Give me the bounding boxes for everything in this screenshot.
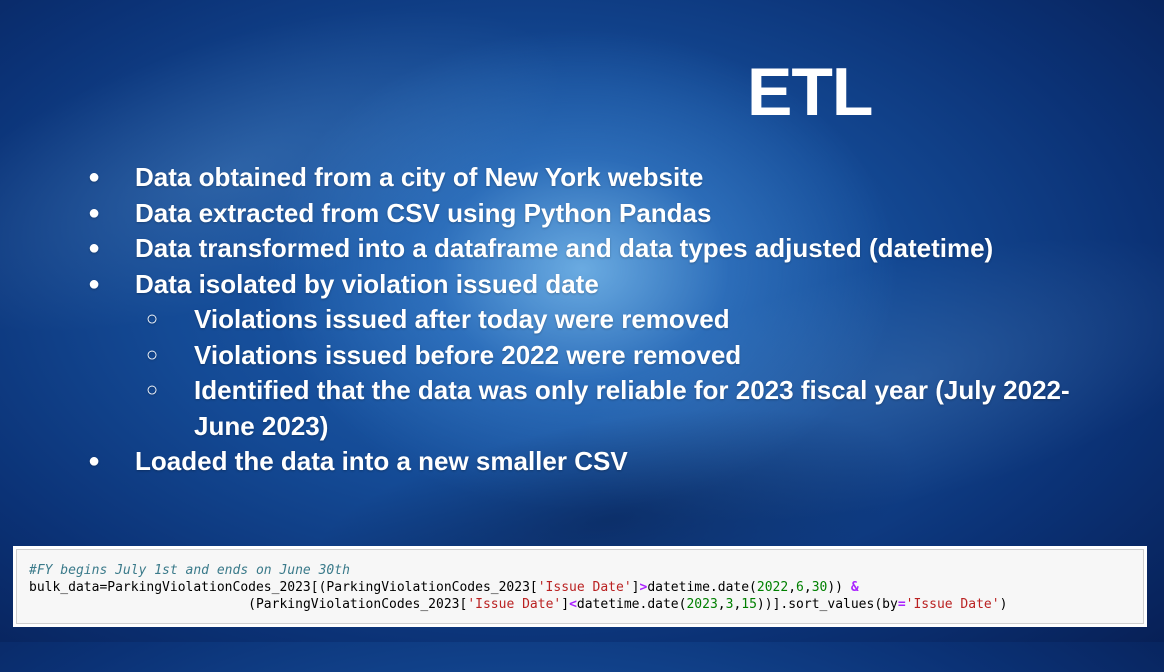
bullet-marker: ● bbox=[88, 450, 101, 472]
code-snippet: #FY begins July 1st and ends on June 30t… bbox=[16, 549, 1144, 624]
bullet-item: ● Loaded the data into a new smaller CSV bbox=[0, 444, 1164, 480]
code-text: (ParkingViolationCodes_2023[ bbox=[248, 597, 468, 612]
bullet-item: ● Data obtained from a city of New York w… bbox=[0, 160, 1164, 196]
code-number: 2022 bbox=[756, 580, 789, 595]
code-text: ))].sort_values(by bbox=[756, 597, 898, 612]
code-line: bulk_data=ParkingViolationCodes_2023[(Pa… bbox=[29, 579, 1133, 596]
code-number: 2023 bbox=[686, 597, 718, 612]
code-text: ] bbox=[561, 597, 570, 612]
sub-bullet-marker: ○ bbox=[146, 343, 159, 366]
code-number: 6 bbox=[796, 580, 804, 595]
code-number: 15 bbox=[741, 597, 757, 612]
bullet-marker: ● bbox=[88, 272, 101, 295]
bullet-marker: ● bbox=[88, 237, 101, 259]
code-text: , bbox=[803, 580, 812, 595]
bullet-item: ● Data isolated by violation issued date bbox=[0, 267, 1164, 303]
code-string: 'Issue Date' bbox=[537, 580, 632, 595]
slide-title: ETL bbox=[747, 54, 873, 130]
bullet-marker: ● bbox=[88, 166, 101, 188]
bullet-item: ● Data extracted from CSV using Python Pa… bbox=[0, 196, 1164, 232]
bullet-text: Loaded the data into a new smaller CSV bbox=[135, 446, 628, 476]
sub-bullet-text: Violations issued before 2022 were remov… bbox=[194, 339, 742, 370]
bullet-text: Data isolated by violation issued date bbox=[135, 268, 599, 299]
bullet-text: Data obtained from a city of New York we… bbox=[135, 162, 704, 192]
sub-bullet-text: Violations issued after today were remov… bbox=[194, 304, 730, 334]
code-line: (ParkingViolationCodes_2023['Issue Date'… bbox=[29, 596, 1133, 613]
bullet-list: ● Data obtained from a city of New York w… bbox=[0, 160, 1164, 480]
bullet-text: Data transformed into a dataframe and da… bbox=[135, 233, 994, 263]
bullet-marker: ● bbox=[88, 201, 101, 224]
code-text: , bbox=[717, 597, 726, 612]
bullet-text: Data extracted from CSV using Python Pan… bbox=[135, 197, 712, 228]
sub-bullet-marker: ○ bbox=[146, 308, 159, 330]
code-line-comment: #FY begins July 1st and ends on June 30t… bbox=[29, 562, 1133, 579]
code-text: bulk_data=ParkingViolationCodes_2023[(Pa… bbox=[29, 580, 538, 595]
code-string: 'Issue Date' bbox=[467, 597, 562, 612]
bullet-item: ● Data transformed into a dataframe and d… bbox=[0, 231, 1164, 267]
code-string: 'Issue Date' bbox=[905, 597, 1000, 612]
sub-bullet-item: ○ Identified that the data was only relia… bbox=[0, 373, 1164, 444]
code-operator: < bbox=[569, 597, 577, 612]
code-text: , bbox=[788, 580, 797, 595]
code-operator: & bbox=[850, 580, 859, 595]
sub-bullet-item: ○ Violations issued after today were remo… bbox=[0, 302, 1164, 338]
sub-bullet-text: Identified that the data was only reliab… bbox=[194, 375, 1070, 441]
code-operator: = bbox=[897, 597, 906, 612]
code-text: ) bbox=[999, 597, 1008, 612]
code-number: 30 bbox=[811, 580, 828, 595]
code-text: )) bbox=[827, 580, 851, 595]
sub-bullet-marker: ○ bbox=[146, 379, 159, 401]
code-text: datetime.date( bbox=[576, 597, 687, 612]
code-comment: #FY begins July 1st and ends on June 30t… bbox=[29, 563, 350, 578]
sub-bullet-item: ○ Violations issued before 2022 were remo… bbox=[0, 338, 1164, 374]
code-text: datetime.date( bbox=[647, 580, 757, 595]
